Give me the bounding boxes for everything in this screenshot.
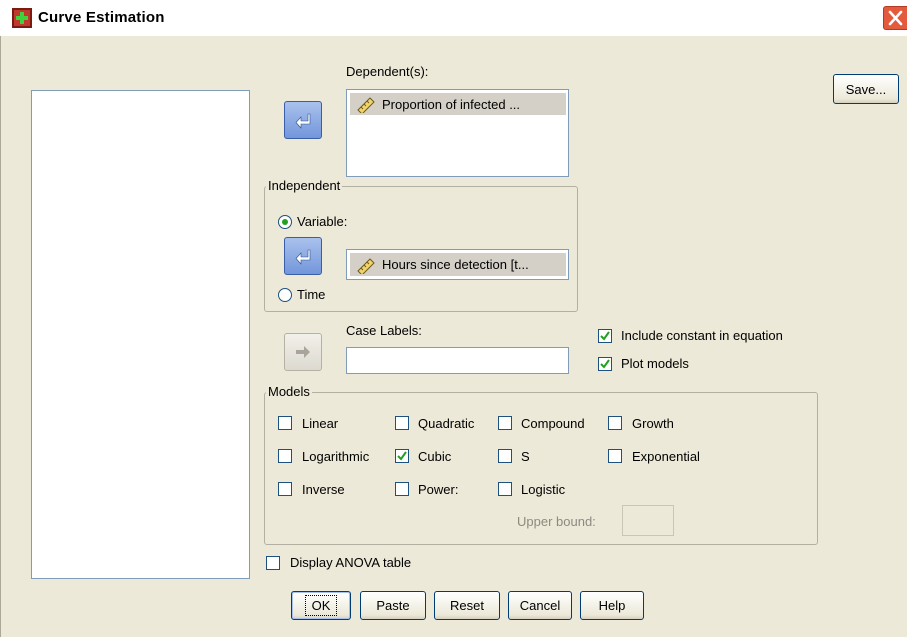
arrow-right-icon bbox=[296, 346, 310, 358]
display-anova-label: Display ANOVA table bbox=[290, 555, 412, 570]
arrow-left-icon bbox=[295, 113, 311, 129]
save-button[interactable]: Save... bbox=[833, 74, 899, 104]
logistic-checkbox[interactable] bbox=[498, 482, 512, 496]
power-checkbox[interactable] bbox=[395, 482, 409, 496]
case-labels-label: Case Labels: bbox=[346, 323, 422, 338]
variable-radio-label: Variable: bbox=[297, 214, 348, 229]
ok-button-label: OK bbox=[304, 595, 338, 616]
cancel-button-label: Cancel bbox=[519, 598, 561, 613]
scale-ruler-icon bbox=[356, 95, 376, 113]
s-checkbox[interactable] bbox=[498, 449, 512, 463]
time-radio-label: Time bbox=[297, 287, 326, 302]
plot-models-label: Plot models bbox=[621, 356, 689, 371]
cancel-button[interactable]: Cancel bbox=[508, 591, 572, 620]
variable-radio[interactable] bbox=[278, 215, 292, 229]
reset-button-label: Reset bbox=[450, 598, 484, 613]
dependent-item-label: Proportion of infected ... bbox=[382, 96, 521, 112]
reset-button[interactable]: Reset bbox=[434, 591, 500, 620]
upper-bound-field[interactable] bbox=[622, 505, 674, 536]
window-title: Curve Estimation bbox=[38, 9, 165, 26]
paste-button-label: Paste bbox=[376, 598, 410, 613]
logarithmic-label: Logarithmic bbox=[302, 449, 370, 464]
close-icon[interactable] bbox=[883, 6, 907, 30]
independent-variable-field[interactable]: Hours since detection [t... bbox=[346, 249, 569, 280]
radio-selected-dot bbox=[282, 219, 288, 225]
quadratic-checkbox[interactable] bbox=[395, 416, 409, 430]
ok-button[interactable]: OK bbox=[291, 591, 351, 620]
compound-label: Compound bbox=[521, 416, 585, 431]
save-button-label: Save... bbox=[845, 81, 887, 97]
power-label: Power: bbox=[418, 482, 459, 497]
quadratic-label: Quadratic bbox=[418, 416, 475, 431]
case-labels-field[interactable] bbox=[346, 347, 569, 374]
help-button[interactable]: Help bbox=[580, 591, 644, 620]
linear-checkbox[interactable] bbox=[278, 416, 292, 430]
dependent-item[interactable]: Proportion of infected ... bbox=[350, 93, 566, 115]
independent-variable-item[interactable]: Hours since detection [t... bbox=[350, 253, 566, 276]
inverse-label: Inverse bbox=[302, 482, 345, 497]
help-button-label: Help bbox=[598, 598, 626, 613]
compound-checkbox[interactable] bbox=[498, 416, 512, 430]
title-bar: Curve Estimation bbox=[0, 0, 907, 36]
cubic-label: Cubic bbox=[418, 449, 452, 464]
logarithmic-checkbox[interactable] bbox=[278, 449, 292, 463]
check-mark-icon bbox=[600, 331, 610, 341]
inverse-checkbox[interactable] bbox=[278, 482, 292, 496]
exponential-label: Exponential bbox=[632, 449, 700, 464]
independent-variable-label: Hours since detection [t... bbox=[382, 257, 529, 272]
check-mark-icon bbox=[600, 359, 610, 369]
time-radio[interactable] bbox=[278, 288, 292, 302]
app-icon bbox=[12, 8, 32, 28]
include-constant-checkbox[interactable] bbox=[598, 329, 612, 343]
logistic-label: Logistic bbox=[521, 482, 566, 497]
growth-label: Growth bbox=[632, 416, 674, 431]
models-legend: Models bbox=[266, 384, 312, 399]
plot-models-checkbox[interactable] bbox=[598, 357, 612, 371]
move-to-independent-button[interactable] bbox=[284, 237, 322, 275]
s-label: S bbox=[521, 449, 530, 464]
move-to-case-labels-button[interactable] bbox=[284, 333, 322, 371]
display-anova-checkbox[interactable] bbox=[266, 556, 280, 570]
cubic-checkbox[interactable] bbox=[395, 449, 409, 463]
linear-label: Linear bbox=[302, 416, 339, 431]
independent-legend: Independent bbox=[266, 178, 343, 193]
dependent-label: Dependent(s): bbox=[346, 64, 429, 79]
move-to-dependent-button[interactable] bbox=[284, 101, 322, 139]
scale-ruler-icon bbox=[356, 256, 376, 274]
include-constant-label: Include constant in equation bbox=[621, 328, 783, 343]
exponential-checkbox[interactable] bbox=[608, 449, 622, 463]
dependent-list[interactable]: Proportion of infected ... bbox=[346, 89, 569, 177]
arrow-left-icon bbox=[295, 249, 311, 265]
growth-checkbox[interactable] bbox=[608, 416, 622, 430]
upper-bound-label: Upper bound: bbox=[517, 514, 596, 529]
source-variable-list[interactable] bbox=[31, 90, 250, 579]
paste-button[interactable]: Paste bbox=[360, 591, 426, 620]
check-mark-icon bbox=[397, 451, 407, 461]
